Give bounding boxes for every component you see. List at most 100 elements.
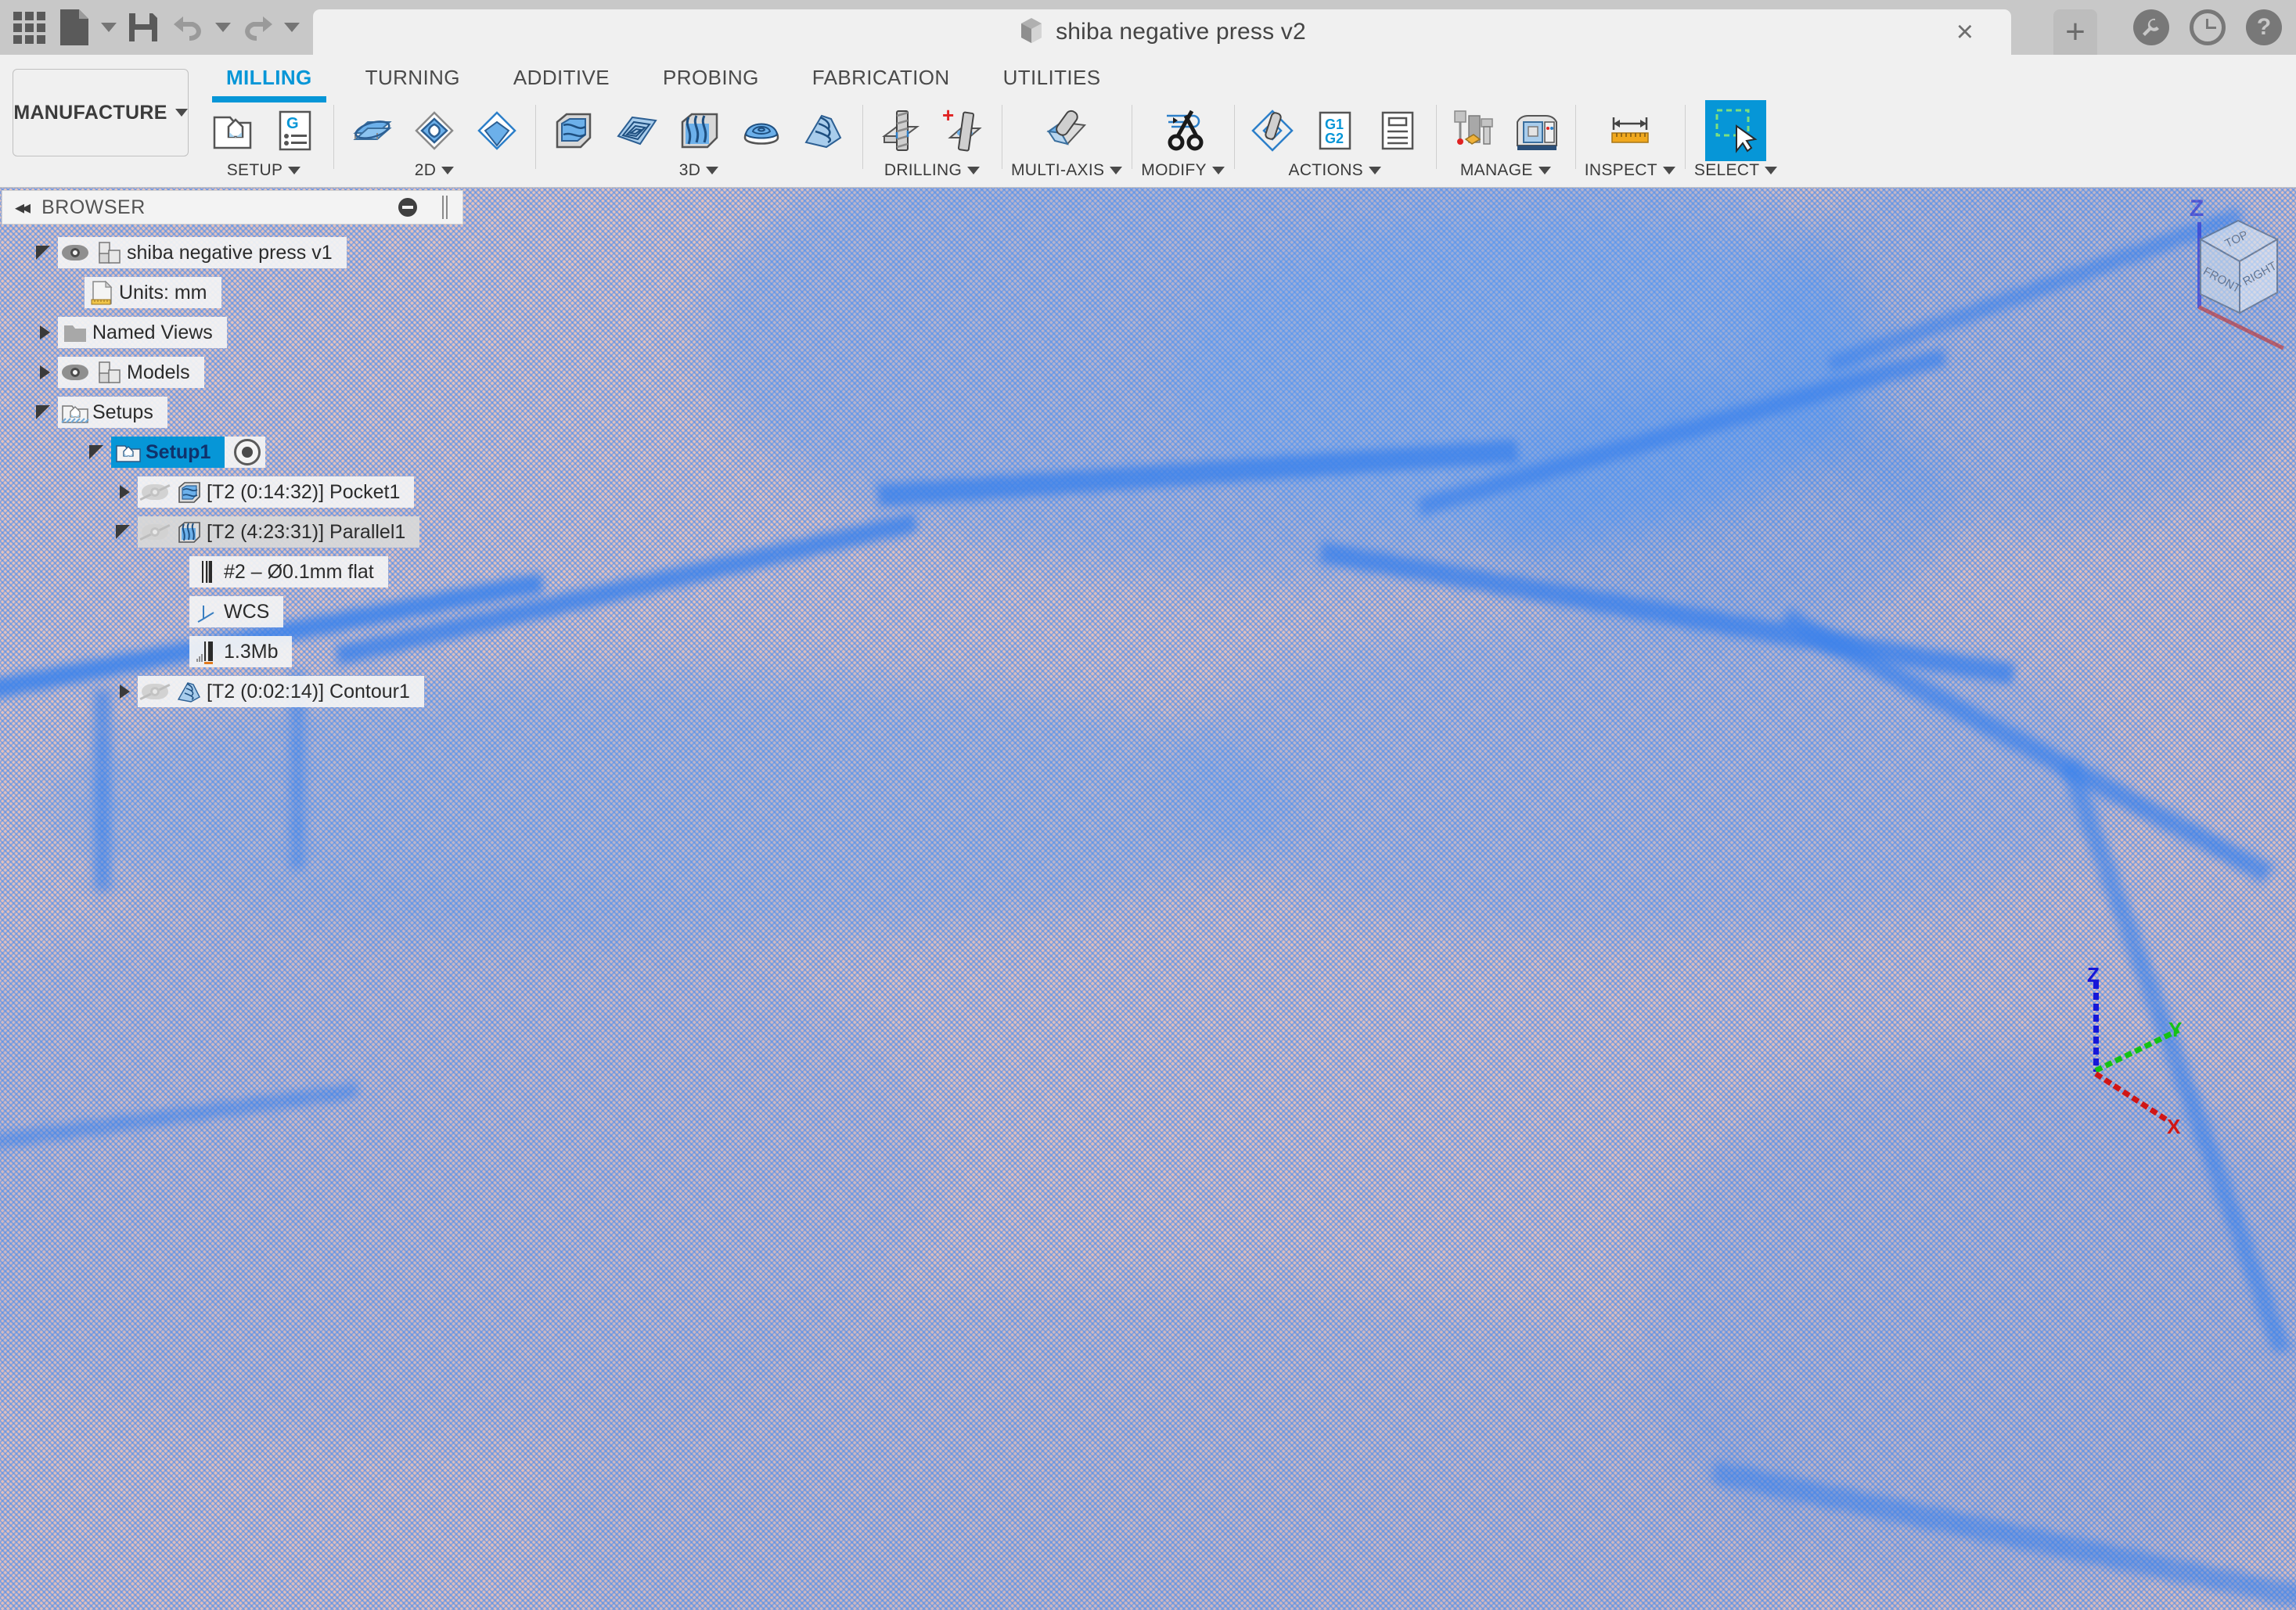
app-grid-icon[interactable] xyxy=(6,4,52,51)
pocket2d-icon[interactable] xyxy=(468,102,526,160)
workspace-label: MANUFACTURE xyxy=(13,101,167,124)
tab-turning[interactable]: TURNING xyxy=(339,55,487,102)
chevron-down-icon[interactable] xyxy=(967,167,981,174)
ribbon-group-3d: 3D xyxy=(535,102,862,186)
undo-icon[interactable] xyxy=(166,4,211,51)
clock-icon[interactable] xyxy=(2190,9,2226,45)
ribbon-group-drilling: + DRILLING xyxy=(862,102,1002,186)
svg-text:G: G xyxy=(286,115,299,132)
pocket3d-icon[interactable] xyxy=(607,102,665,160)
tab-additive[interactable]: ADDITIVE xyxy=(487,55,636,102)
tab-fabrication[interactable]: FABRICATION xyxy=(786,55,977,102)
tree-row[interactable]: Setups xyxy=(0,394,485,430)
new-file-icon[interactable] xyxy=(52,4,97,51)
tree-row[interactable]: WCS xyxy=(0,594,485,630)
tool-library-icon[interactable] xyxy=(1445,102,1503,160)
setup-sheet-icon[interactable] xyxy=(1369,102,1427,160)
expand-toggle[interactable] xyxy=(111,485,138,499)
scallop-icon[interactable] xyxy=(732,102,790,160)
expand-toggle[interactable] xyxy=(111,525,138,539)
tab-milling[interactable]: MILLING xyxy=(200,55,339,102)
drill-icon[interactable] xyxy=(872,102,930,160)
tree-row[interactable]: 1.3Mb xyxy=(0,634,485,670)
redo-icon[interactable] xyxy=(235,4,280,51)
chevron-down-icon[interactable] xyxy=(1662,167,1675,174)
expand-toggle[interactable] xyxy=(31,325,58,340)
adaptive2d-icon[interactable] xyxy=(405,102,463,160)
tab-probing[interactable]: PROBING xyxy=(636,55,786,102)
new-tab-button[interactable]: + xyxy=(2053,9,2097,55)
redo-dropdown-icon[interactable] xyxy=(280,4,304,51)
measure-icon[interactable] xyxy=(1601,102,1659,160)
contour-icon[interactable] xyxy=(795,102,853,160)
expand-toggle[interactable] xyxy=(31,246,58,260)
visibility-eye-off-icon[interactable] xyxy=(138,476,172,508)
tree-row[interactable]: #2 – Ø0.1mm flat xyxy=(0,554,485,590)
tree-row[interactable]: [T2 (0:02:14)] Contour1 xyxy=(0,674,485,710)
expand-toggle[interactable] xyxy=(31,365,58,379)
tree-row[interactable]: Models xyxy=(0,354,485,390)
chevron-down-icon[interactable] xyxy=(1368,167,1381,174)
tree-row[interactable]: Units: mm xyxy=(0,275,485,311)
machine-library-icon[interactable] xyxy=(1508,102,1566,160)
ribbon-group-modify-label: MODIFY xyxy=(1141,161,1225,180)
ribbon-group-manage-label: MANAGE xyxy=(1460,161,1551,180)
tree-row[interactable]: Named Views xyxy=(0,314,485,350)
setup-folder-icon[interactable] xyxy=(203,102,261,160)
expand-toggle[interactable] xyxy=(31,405,58,419)
save-icon[interactable] xyxy=(121,4,166,51)
ribbon-group-modify: MODIFY xyxy=(1132,102,1233,186)
origin-triad: Z Y X xyxy=(2070,963,2226,1138)
tab-turning-label: TURNING xyxy=(365,66,460,89)
parallel-icon[interactable] xyxy=(670,102,728,160)
visibility-eye-icon[interactable] xyxy=(58,237,92,268)
help-icon[interactable]: ? xyxy=(2246,9,2282,45)
chevron-down-icon[interactable] xyxy=(1765,167,1778,174)
face-icon[interactable] xyxy=(343,102,401,160)
chevron-down-icon[interactable] xyxy=(1110,167,1123,174)
chevron-down-icon xyxy=(175,109,188,117)
new-file-dropdown-icon[interactable] xyxy=(97,4,121,51)
tree-row[interactable]: [T2 (0:14:32)] Pocket1 xyxy=(0,474,485,510)
undo-dropdown-icon[interactable] xyxy=(211,4,235,51)
tab-utilities[interactable]: UTILITIES xyxy=(977,55,1128,102)
visibility-eye-icon[interactable] xyxy=(58,357,92,388)
chevron-down-icon[interactable] xyxy=(1538,167,1551,174)
ribbon-group-2d: 2D xyxy=(333,102,535,186)
g-code-list-icon[interactable]: G xyxy=(266,102,324,160)
expand-toggle[interactable] xyxy=(85,445,111,459)
chevron-down-icon[interactable] xyxy=(288,167,301,174)
tree-row-parallel1[interactable]: [T2 (4:23:31)] Parallel1 xyxy=(0,514,485,550)
chevron-down-icon[interactable] xyxy=(1211,167,1225,174)
collapse-panel-icon[interactable]: ◂◂ xyxy=(15,196,31,219)
ribbon-group-multiaxis: MULTI-AXIS xyxy=(1002,102,1132,186)
chevron-down-icon[interactable] xyxy=(706,167,719,174)
workspace-selector[interactable]: MANUFACTURE xyxy=(13,69,189,156)
ribbon-group-select: SELECT xyxy=(1684,100,1787,186)
minimize-panel-icon[interactable] xyxy=(398,198,417,217)
select-cursor-icon[interactable] xyxy=(1705,100,1767,161)
scissors-icon[interactable] xyxy=(1154,102,1212,160)
chevron-down-icon[interactable] xyxy=(441,167,455,174)
panel-resize-grip[interactable] xyxy=(442,196,450,219)
expand-toggle[interactable] xyxy=(111,685,138,699)
tree-row-setup1[interactable]: Setup1 xyxy=(0,434,485,470)
g1g2-post-icon[interactable]: G1 G2 xyxy=(1306,102,1364,160)
quick-access-toolbar xyxy=(0,0,304,55)
tree-row[interactable]: shiba negative press v1 xyxy=(0,235,485,271)
drill-add-icon[interactable]: + xyxy=(934,102,992,160)
adaptive3d-icon[interactable] xyxy=(545,102,603,160)
visibility-eye-off-icon[interactable] xyxy=(138,676,172,707)
wrench-icon[interactable] xyxy=(2133,9,2169,45)
tool-icon xyxy=(189,556,224,588)
ribbon-group-setup-label: SETUP xyxy=(227,161,301,180)
selected-row-highlight[interactable]: Setup1 xyxy=(111,437,225,468)
simulate-icon[interactable] xyxy=(1243,102,1301,160)
activate-setup-radio[interactable] xyxy=(234,439,261,465)
visibility-eye-off-icon[interactable] xyxy=(138,516,172,548)
document-tab[interactable]: shiba negative press v2 × xyxy=(313,9,2011,55)
multiaxis-icon[interactable] xyxy=(1038,102,1096,160)
ribbon-group-actions: G1 G2 ACTIONS xyxy=(1233,102,1436,186)
view-cube[interactable]: Z TOP FRONT RIGHT xyxy=(2146,196,2284,350)
close-icon[interactable]: × xyxy=(1956,17,1974,47)
